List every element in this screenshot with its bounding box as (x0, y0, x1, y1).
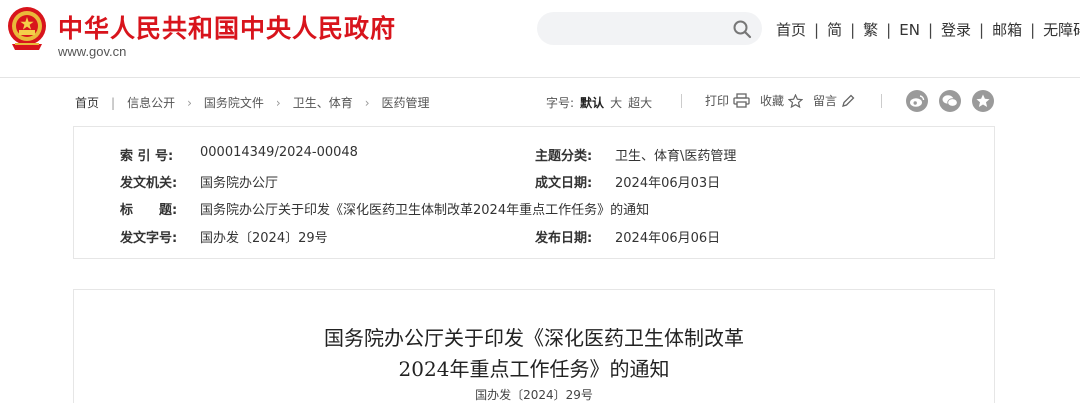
favorite-button[interactable]: 收藏 (760, 92, 804, 109)
issuer-label: 发文机关: (120, 176, 178, 191)
breadcrumb-info-public[interactable]: 信息公开 (127, 94, 175, 111)
nav-home[interactable]: 首页 (776, 19, 806, 40)
favorite-label: 收藏 (760, 94, 785, 108)
nav-traditional[interactable]: 繁 (863, 19, 878, 40)
font-size-extra-large[interactable]: 超大 (628, 94, 652, 111)
comment-button[interactable]: 留言 (813, 92, 855, 109)
issuer-value: 国务院办公厅 (200, 176, 279, 191)
nav-separator: | (886, 20, 892, 39)
nav-separator: | (1030, 20, 1036, 39)
created-date-label: 成文日期: (535, 176, 593, 191)
title-value: 国务院办公厅关于印发《深化医药卫生体制改革2024年重点工作任务》的通知 (200, 203, 650, 218)
weibo-share-button[interactable] (906, 90, 928, 112)
font-size-label: 字号: (546, 96, 575, 110)
nav-simplified[interactable]: 简 (827, 19, 842, 40)
index-number-value: 000014349/2024-00048 (200, 145, 358, 160)
article-title-line: 2024年重点工作任务》的通知 (398, 357, 670, 381)
star-icon (788, 93, 804, 108)
nav-login[interactable]: 登录 (941, 19, 971, 40)
article-content: 国务院办公厅关于印发《深化医药卫生体制改革 2024年重点工作任务》的通知 国办… (73, 289, 995, 403)
breadcrumb: 首页 | 信息公开 › 国务院文件 › 卫生、体育 › 医药管理 (75, 94, 430, 111)
qzone-share-button[interactable] (972, 90, 994, 112)
page-tools: 打印 收藏 留言 (705, 92, 865, 109)
nav-mailbox[interactable]: 邮箱 (992, 19, 1022, 40)
wechat-icon (942, 95, 958, 107)
breadcrumb-state-council-docs[interactable]: 国务院文件 (204, 94, 264, 111)
index-number-label: 索 引 号: (120, 149, 174, 164)
published-date-label: 发布日期: (535, 231, 593, 246)
document-metadata: 索 引 号: 000014349/2024-00048 主题分类: 卫生、体育\… (73, 126, 995, 259)
category-label: 主题分类: (535, 149, 593, 164)
font-size-default[interactable]: 默认 (580, 94, 604, 111)
toolbar-divider (881, 94, 882, 108)
qzone-icon (976, 94, 990, 107)
wechat-share-button[interactable] (939, 90, 961, 112)
font-size-selector: 字号: 默认 大 超大 (546, 94, 652, 111)
nav-separator: | (814, 20, 820, 39)
published-date-value: 2024年06月06日 (615, 231, 721, 246)
category-value: 卫生、体育\医药管理 (615, 149, 737, 164)
breadcrumb-separator: | (111, 95, 116, 110)
share-buttons (906, 90, 1005, 112)
search-box (537, 12, 762, 45)
search-icon[interactable] (732, 19, 752, 39)
site-title[interactable]: 中华人民共和国中央人民政府 (58, 9, 396, 45)
toolbar-divider (681, 94, 682, 108)
breadcrumb-separator: › (275, 95, 281, 110)
article-title-line: 国务院办公厅关于印发《深化医药卫生体制改革 (324, 326, 744, 350)
breadcrumb-medicine-management[interactable]: 医药管理 (382, 94, 430, 111)
breadcrumb-health-sports[interactable]: 卫生、体育 (293, 94, 353, 111)
nav-separator: | (850, 20, 856, 39)
nav-separator: | (927, 20, 933, 39)
doc-number-value: 国办发〔2024〕29号 (200, 231, 328, 246)
comment-label: 留言 (813, 94, 838, 108)
print-button[interactable]: 打印 (705, 92, 750, 109)
weibo-icon (910, 95, 925, 107)
created-date-value: 2024年06月03日 (615, 176, 721, 191)
article-doc-number: 国办发〔2024〕29号 (475, 388, 593, 402)
print-label: 打印 (705, 94, 730, 108)
search-input[interactable] (551, 18, 721, 39)
site-domain: www.gov.cn (58, 44, 127, 59)
nav-separator: | (979, 20, 985, 39)
title-label: 标 题: (120, 203, 178, 218)
breadcrumb-separator: › (187, 95, 192, 110)
doc-number-label: 发文字号: (120, 231, 178, 246)
breadcrumb-home[interactable]: 首页 (75, 94, 99, 111)
article-title: 国务院办公厅关于印发《深化医药卫生体制改革 2024年重点工作任务》的通知 (74, 323, 994, 385)
printer-icon (733, 93, 750, 108)
nav-english[interactable]: EN (899, 21, 920, 39)
nav-accessibility[interactable]: 无障碍 (1043, 19, 1080, 40)
pen-icon (842, 94, 855, 107)
font-size-large[interactable]: 大 (610, 94, 622, 111)
top-nav: 首页 | 简 | 繁 | EN | 登录 | 邮箱 | 无障碍 (776, 19, 1080, 40)
breadcrumb-separator: › (364, 95, 370, 110)
national-emblem-icon[interactable] (6, 6, 48, 52)
site-header: 中华人民共和国中央人民政府 www.gov.cn 首页 | 简 | 繁 | EN… (0, 0, 1080, 78)
